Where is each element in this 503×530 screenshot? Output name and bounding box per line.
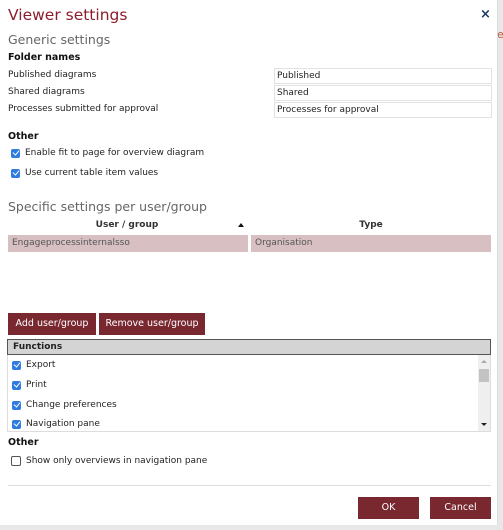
checkbox-unchecked-icon[interactable]: [11, 456, 21, 466]
column-header-type[interactable]: Type: [251, 220, 491, 233]
viewer-settings-dialog: Viewer settings × Generic settings Folde…: [0, 0, 498, 525]
sort-ascending-icon[interactable]: [238, 223, 244, 227]
function-navigation-pane[interactable]: Navigation pane: [12, 419, 100, 429]
shared-diagrams-label: Shared diagrams: [8, 87, 85, 97]
processes-approval-input[interactable]: Processes for approval: [274, 102, 492, 118]
functions-list: Export Print Change preferences Navigati…: [7, 355, 491, 432]
footer-divider: [8, 485, 491, 486]
generic-settings-heading: Generic settings: [8, 32, 111, 47]
specific-settings-heading: Specific settings per user/group: [8, 199, 207, 214]
processes-approval-label: Processes submitted for approval: [8, 104, 159, 114]
checkbox-checked-icon[interactable]: [11, 148, 20, 158]
table-cell-type[interactable]: Organisation: [251, 235, 491, 252]
functions-header: Functions: [7, 339, 491, 355]
remove-user-group-button[interactable]: Remove user/group: [99, 313, 205, 335]
fit-to-page-label: Enable fit to page for overview diagram: [25, 148, 205, 158]
close-icon[interactable]: ×: [480, 7, 491, 22]
checkbox-checked-icon[interactable]: [11, 168, 20, 178]
function-label: Navigation pane: [26, 419, 100, 429]
table-cell-user-group[interactable]: Engageprocessinternalsso: [8, 235, 248, 252]
published-diagrams-input[interactable]: Published: [274, 68, 492, 84]
functions-scrollbar[interactable]: [478, 355, 490, 431]
scroll-up-icon[interactable]: [481, 360, 487, 363]
function-change-preferences[interactable]: Change preferences: [12, 400, 117, 410]
dialog-title: Viewer settings: [8, 6, 128, 24]
function-print[interactable]: Print: [12, 380, 47, 390]
scroll-down-icon[interactable]: [481, 423, 487, 426]
add-user-group-button[interactable]: Add user/group: [8, 313, 96, 335]
table-item-values-label: Use current table item values: [25, 168, 159, 178]
function-label: Export: [26, 360, 56, 370]
scroll-thumb[interactable]: [479, 369, 489, 382]
overviews-only-label: Show only overviews in navigation pane: [26, 456, 208, 466]
cancel-button[interactable]: Cancel: [430, 497, 491, 519]
function-export[interactable]: Export: [12, 360, 55, 370]
other-heading-2: Other: [8, 437, 39, 448]
function-label: Change preferences: [26, 400, 117, 410]
folder-names-heading: Folder names: [8, 52, 81, 63]
overviews-only-checkbox[interactable]: Show only overviews in navigation pane: [11, 456, 207, 466]
checkbox-checked-icon[interactable]: [12, 400, 21, 410]
fit-to-page-checkbox[interactable]: Enable fit to page for overview diagram: [11, 148, 204, 158]
published-diagrams-label: Published diagrams: [8, 70, 97, 80]
column-header-user-group[interactable]: User / group: [8, 220, 246, 233]
ok-button[interactable]: OK: [358, 497, 419, 519]
checkbox-checked-icon[interactable]: [12, 380, 21, 390]
shared-diagrams-input[interactable]: Shared: [274, 85, 492, 101]
function-label: Print: [26, 380, 47, 390]
table-item-values-checkbox[interactable]: Use current table item values: [11, 168, 158, 178]
checkbox-checked-icon[interactable]: [12, 419, 21, 429]
other-heading: Other: [8, 131, 39, 142]
checkbox-checked-icon[interactable]: [12, 360, 21, 370]
